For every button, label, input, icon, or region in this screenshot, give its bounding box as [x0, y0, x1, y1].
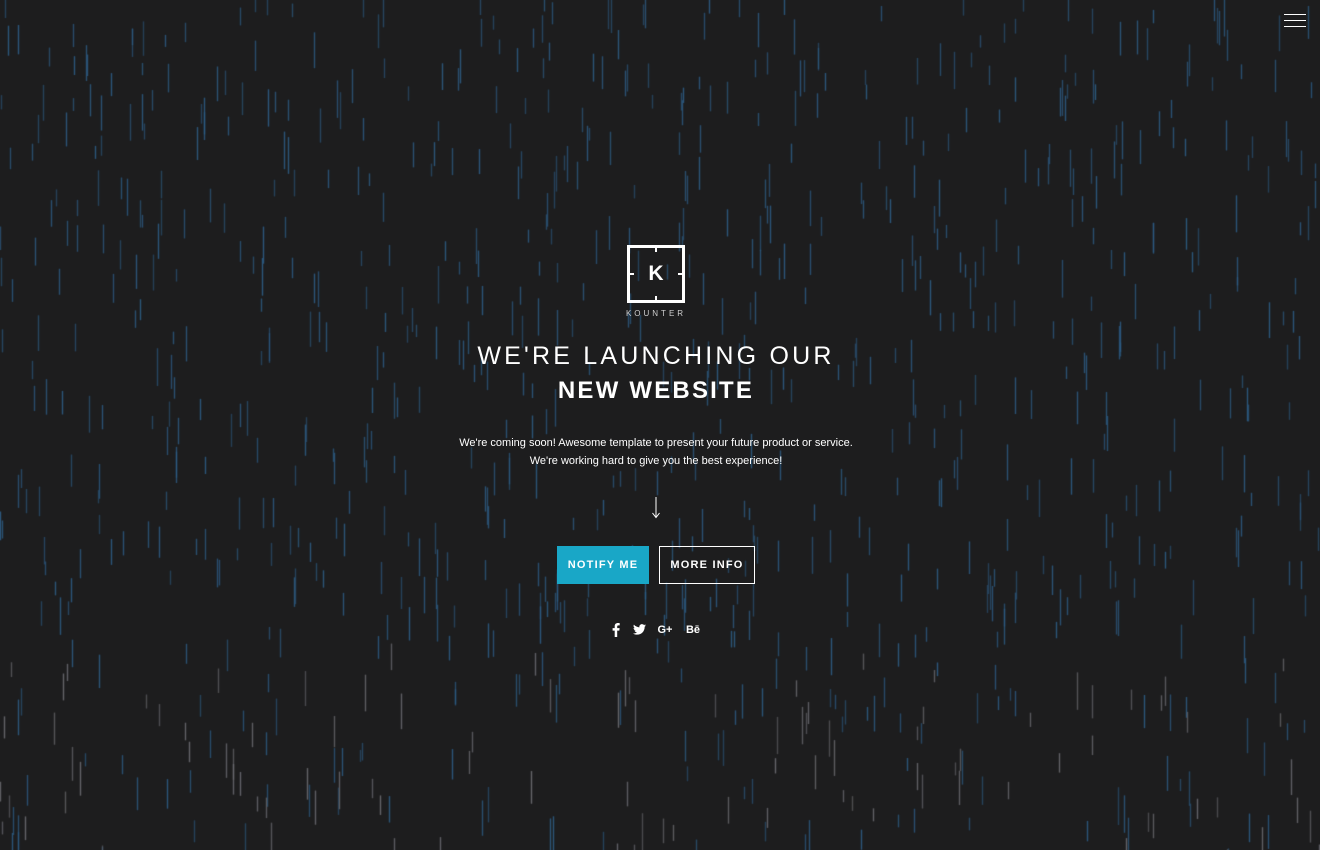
behance-icon[interactable]: Bē: [685, 622, 701, 638]
logo-letter: K: [648, 262, 664, 285]
description-line-2: We're working hard to give you the best …: [529, 455, 783, 467]
logo-frame-icon: K: [627, 245, 685, 303]
brand-name: KOUNTER: [625, 309, 687, 318]
brand-logo: K: [627, 245, 685, 303]
hero-section: K KOUNTER WE'RE LAUNCHING OUR NEW WEBSIT…: [0, 0, 1320, 850]
description-line-1: We're coming soon! Awesome template to p…: [459, 437, 853, 449]
more-info-button[interactable]: MORE INFO: [659, 546, 755, 584]
facebook-icon[interactable]: [611, 622, 621, 638]
arrow-down-icon[interactable]: [649, 497, 663, 519]
hero-description: We're coming soon! Awesome template to p…: [0, 434, 1312, 470]
headline-line-2: NEW WEBSITE: [557, 377, 755, 404]
headline-line-1: WE'RE LAUNCHING OUR: [477, 342, 835, 370]
notify-me-button[interactable]: NOTIFY ME: [557, 546, 649, 584]
twitter-icon[interactable]: [632, 622, 646, 638]
google-plus-icon[interactable]: G+: [656, 622, 674, 638]
menu-icon[interactable]: [1284, 14, 1306, 32]
